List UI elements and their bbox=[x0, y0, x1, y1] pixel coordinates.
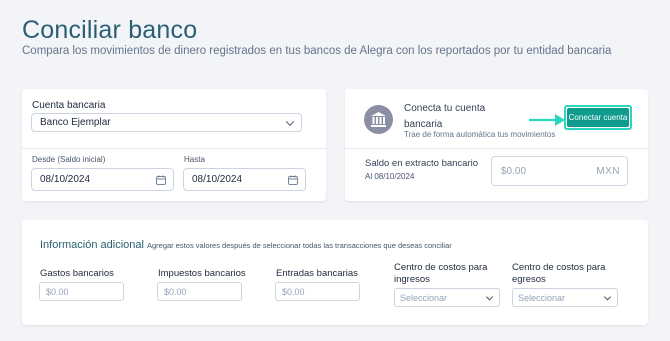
chevron-down-icon bbox=[603, 292, 612, 301]
bank-fees-placeholder: $0.00 bbox=[46, 286, 69, 297]
divider bbox=[22, 148, 326, 149]
additional-info-title: Información adicional bbox=[40, 239, 144, 251]
bank-fees-label: Gastos bancarios bbox=[40, 268, 114, 279]
bank-income-input[interactable]: $0.00 bbox=[275, 282, 360, 301]
account-value: Banco Ejemplar bbox=[40, 117, 111, 128]
expense-cost-center-select[interactable]: Seleccionar bbox=[512, 288, 618, 307]
bank-account-card: Cuenta bancaria Banco Ejemplar Desde (Sa… bbox=[22, 89, 326, 201]
statement-label: Saldo en extracto bancario bbox=[365, 158, 479, 169]
currency-label: MXN bbox=[596, 166, 620, 177]
start-date-input[interactable]: 08/10/2024 bbox=[31, 168, 174, 191]
income-cost-center-select[interactable]: Seleccionar bbox=[394, 288, 500, 307]
end-date-label: Hasta bbox=[184, 155, 205, 164]
bank-taxes-placeholder: $0.00 bbox=[164, 286, 187, 297]
connect-title: Conecta tu cuenta bancaria bbox=[404, 103, 486, 130]
bank-income-placeholder: $0.00 bbox=[282, 286, 305, 297]
calendar-icon[interactable] bbox=[156, 174, 166, 185]
connect-account-button[interactable]: Conectar cuenta bbox=[564, 105, 632, 130]
connect-bank-card: Conecta tu cuenta bancaria Trae de forma… bbox=[345, 89, 648, 201]
expense-cost-center-placeholder: Seleccionar bbox=[518, 292, 566, 303]
account-label: Cuenta bancaria bbox=[32, 100, 106, 111]
bank-fees-input[interactable]: $0.00 bbox=[39, 282, 124, 301]
statement-date: Al 08/10/2024 bbox=[365, 172, 415, 181]
divider bbox=[345, 148, 648, 149]
bank-income-label: Entradas bancarias bbox=[276, 268, 358, 279]
income-cost-center-placeholder: Seleccionar bbox=[400, 292, 448, 303]
bank-icon bbox=[364, 105, 393, 134]
income-cost-center-label: Centro de costos para ingresos bbox=[394, 262, 488, 285]
additional-info-card: Información adicional Agregar estos valo… bbox=[22, 220, 648, 325]
page-title: Conciliar banco bbox=[22, 16, 198, 44]
page-subtitle: Compara los movimientos de dinero regist… bbox=[22, 45, 612, 57]
account-select[interactable]: Banco Ejemplar bbox=[31, 113, 302, 132]
start-date-value: 08/10/2024 bbox=[40, 174, 91, 185]
end-date-input[interactable]: 08/10/2024 bbox=[183, 168, 306, 191]
additional-info-subtitle: Agregar estos valores después de selecci… bbox=[147, 241, 452, 250]
bank-taxes-input[interactable]: $0.00 bbox=[157, 282, 242, 301]
calendar-icon[interactable] bbox=[288, 174, 298, 185]
end-date-value: 08/10/2024 bbox=[192, 174, 243, 185]
connect-account-label: Conectar cuenta bbox=[567, 108, 629, 127]
bank-taxes-label: Impuestos bancarios bbox=[158, 268, 246, 279]
connect-description: Trae de forma automática tus movimientos bbox=[404, 130, 556, 139]
chevron-down-icon bbox=[485, 292, 494, 301]
arrow-right-icon bbox=[529, 114, 565, 126]
chevron-down-icon bbox=[285, 117, 295, 126]
statement-balance-placeholder: $0.00 bbox=[501, 166, 527, 177]
expense-cost-center-label: Centro de costos para egresos bbox=[512, 262, 606, 285]
start-date-label: Desde (Saldo inicial) bbox=[32, 155, 106, 164]
statement-balance-input[interactable]: $0.00 MXN bbox=[491, 156, 628, 186]
